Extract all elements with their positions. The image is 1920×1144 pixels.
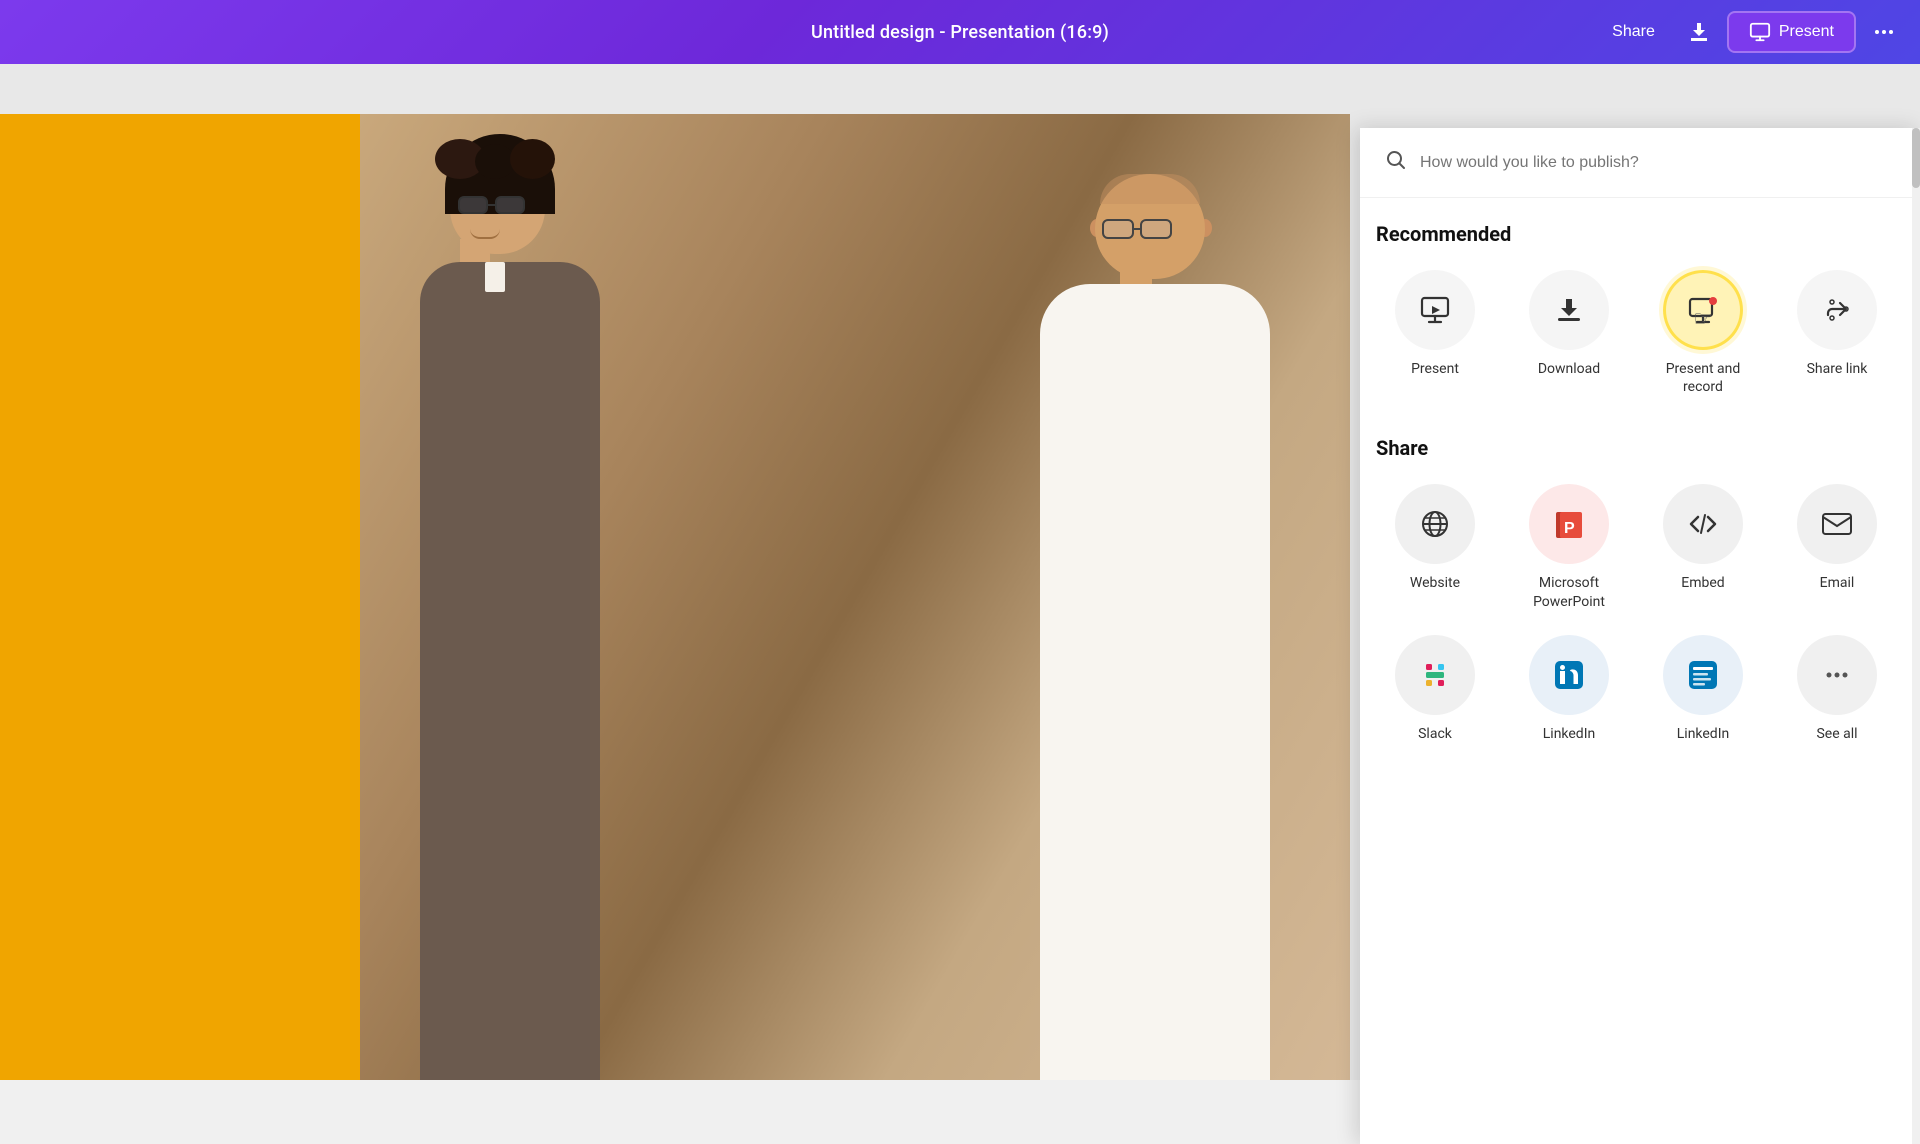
publish-panel: Recommended Present — [1360, 128, 1920, 1144]
share-email-item[interactable]: Email — [1778, 484, 1896, 610]
search-bar — [1360, 128, 1920, 198]
see-all-label: See all — [1816, 725, 1857, 743]
share-grid-2: Slack LinkedIn — [1376, 635, 1896, 743]
linkedin-icon-box[interactable] — [1529, 635, 1609, 715]
recommended-present-item[interactable]: Present — [1376, 270, 1494, 396]
recommended-grid: Present Download — [1376, 270, 1896, 396]
recommended-share-link-item[interactable]: Share link — [1778, 270, 1896, 396]
slide-content — [0, 114, 1350, 1080]
more-options-button[interactable] — [1864, 12, 1904, 52]
main-area: Recommended Present — [0, 64, 1920, 1080]
present-button[interactable]: Present — [1727, 11, 1856, 53]
share-linkedin-item[interactable]: LinkedIn — [1510, 635, 1628, 743]
search-icon — [1384, 148, 1408, 177]
download-icon-button[interactable] — [1679, 12, 1719, 52]
share-section-title: Share — [1376, 436, 1896, 460]
website-label: Website — [1410, 574, 1460, 592]
share-link-item-label: Share link — [1807, 360, 1868, 378]
linkedin-label: LinkedIn — [1543, 725, 1596, 743]
recommended-section: Recommended Present — [1376, 222, 1896, 396]
share-grid: Website P Microsoft PowerPoint — [1376, 484, 1896, 610]
panel-content: Recommended Present — [1360, 198, 1920, 1144]
present-item-label: Present — [1411, 360, 1459, 378]
recommended-title: Recommended — [1376, 222, 1896, 246]
slide-yellow-bar — [0, 114, 360, 1080]
linkedin2-icon-box[interactable] — [1663, 635, 1743, 715]
document-title: Untitled design - Presentation (16:9) — [811, 22, 1109, 43]
more-icon-box[interactable] — [1797, 635, 1877, 715]
share-ppt-item[interactable]: P Microsoft PowerPoint — [1510, 484, 1628, 610]
share-embed-item[interactable]: Embed — [1644, 484, 1762, 610]
slide-photo-area — [360, 114, 1350, 1080]
share-slack-item[interactable]: Slack — [1376, 635, 1494, 743]
header-center: Untitled design - Presentation (16:9) — [811, 22, 1109, 43]
share-section: Share Website — [1376, 436, 1896, 743]
share-link-icon-box[interactable] — [1797, 270, 1877, 350]
people-photo — [360, 114, 1350, 1080]
embed-icon-box[interactable] — [1663, 484, 1743, 564]
share-linkedin2-item[interactable]: LinkedIn — [1644, 635, 1762, 743]
ppt-label: Microsoft PowerPoint — [1510, 574, 1628, 610]
recommended-download-item[interactable]: Download — [1510, 270, 1628, 396]
present-record-item-label: Present andrecord — [1666, 360, 1741, 396]
download-item-label: Download — [1538, 360, 1600, 378]
present-icon-box[interactable] — [1395, 270, 1475, 350]
header-right: Share Present — [1596, 11, 1904, 53]
share-more-item[interactable]: See all — [1778, 635, 1896, 743]
svg-text:P: P — [1564, 520, 1575, 537]
share-button[interactable]: Share — [1596, 15, 1671, 49]
email-icon-box[interactable] — [1797, 484, 1877, 564]
publish-search-input[interactable] — [1420, 154, 1896, 172]
embed-label: Embed — [1681, 574, 1724, 592]
slack-label: Slack — [1418, 725, 1452, 743]
share-website-item[interactable]: Website — [1376, 484, 1494, 610]
ppt-icon-box[interactable]: P — [1529, 484, 1609, 564]
linkedin2-label: LinkedIn — [1677, 725, 1730, 743]
email-label: Email — [1820, 574, 1855, 592]
scrollbar-track[interactable] — [1912, 128, 1920, 1144]
app-header: Untitled design - Presentation (16:9) Sh… — [0, 0, 1920, 64]
download-icon-box[interactable] — [1529, 270, 1609, 350]
present-label: Present — [1779, 23, 1834, 41]
slack-icon-box[interactable] — [1395, 635, 1475, 715]
recommended-present-record-item[interactable]: ☞ Present andrecord — [1644, 270, 1762, 396]
scrollbar-thumb[interactable] — [1912, 128, 1920, 188]
present-record-icon-box[interactable]: ☞ — [1663, 270, 1743, 350]
website-icon-box[interactable] — [1395, 484, 1475, 564]
